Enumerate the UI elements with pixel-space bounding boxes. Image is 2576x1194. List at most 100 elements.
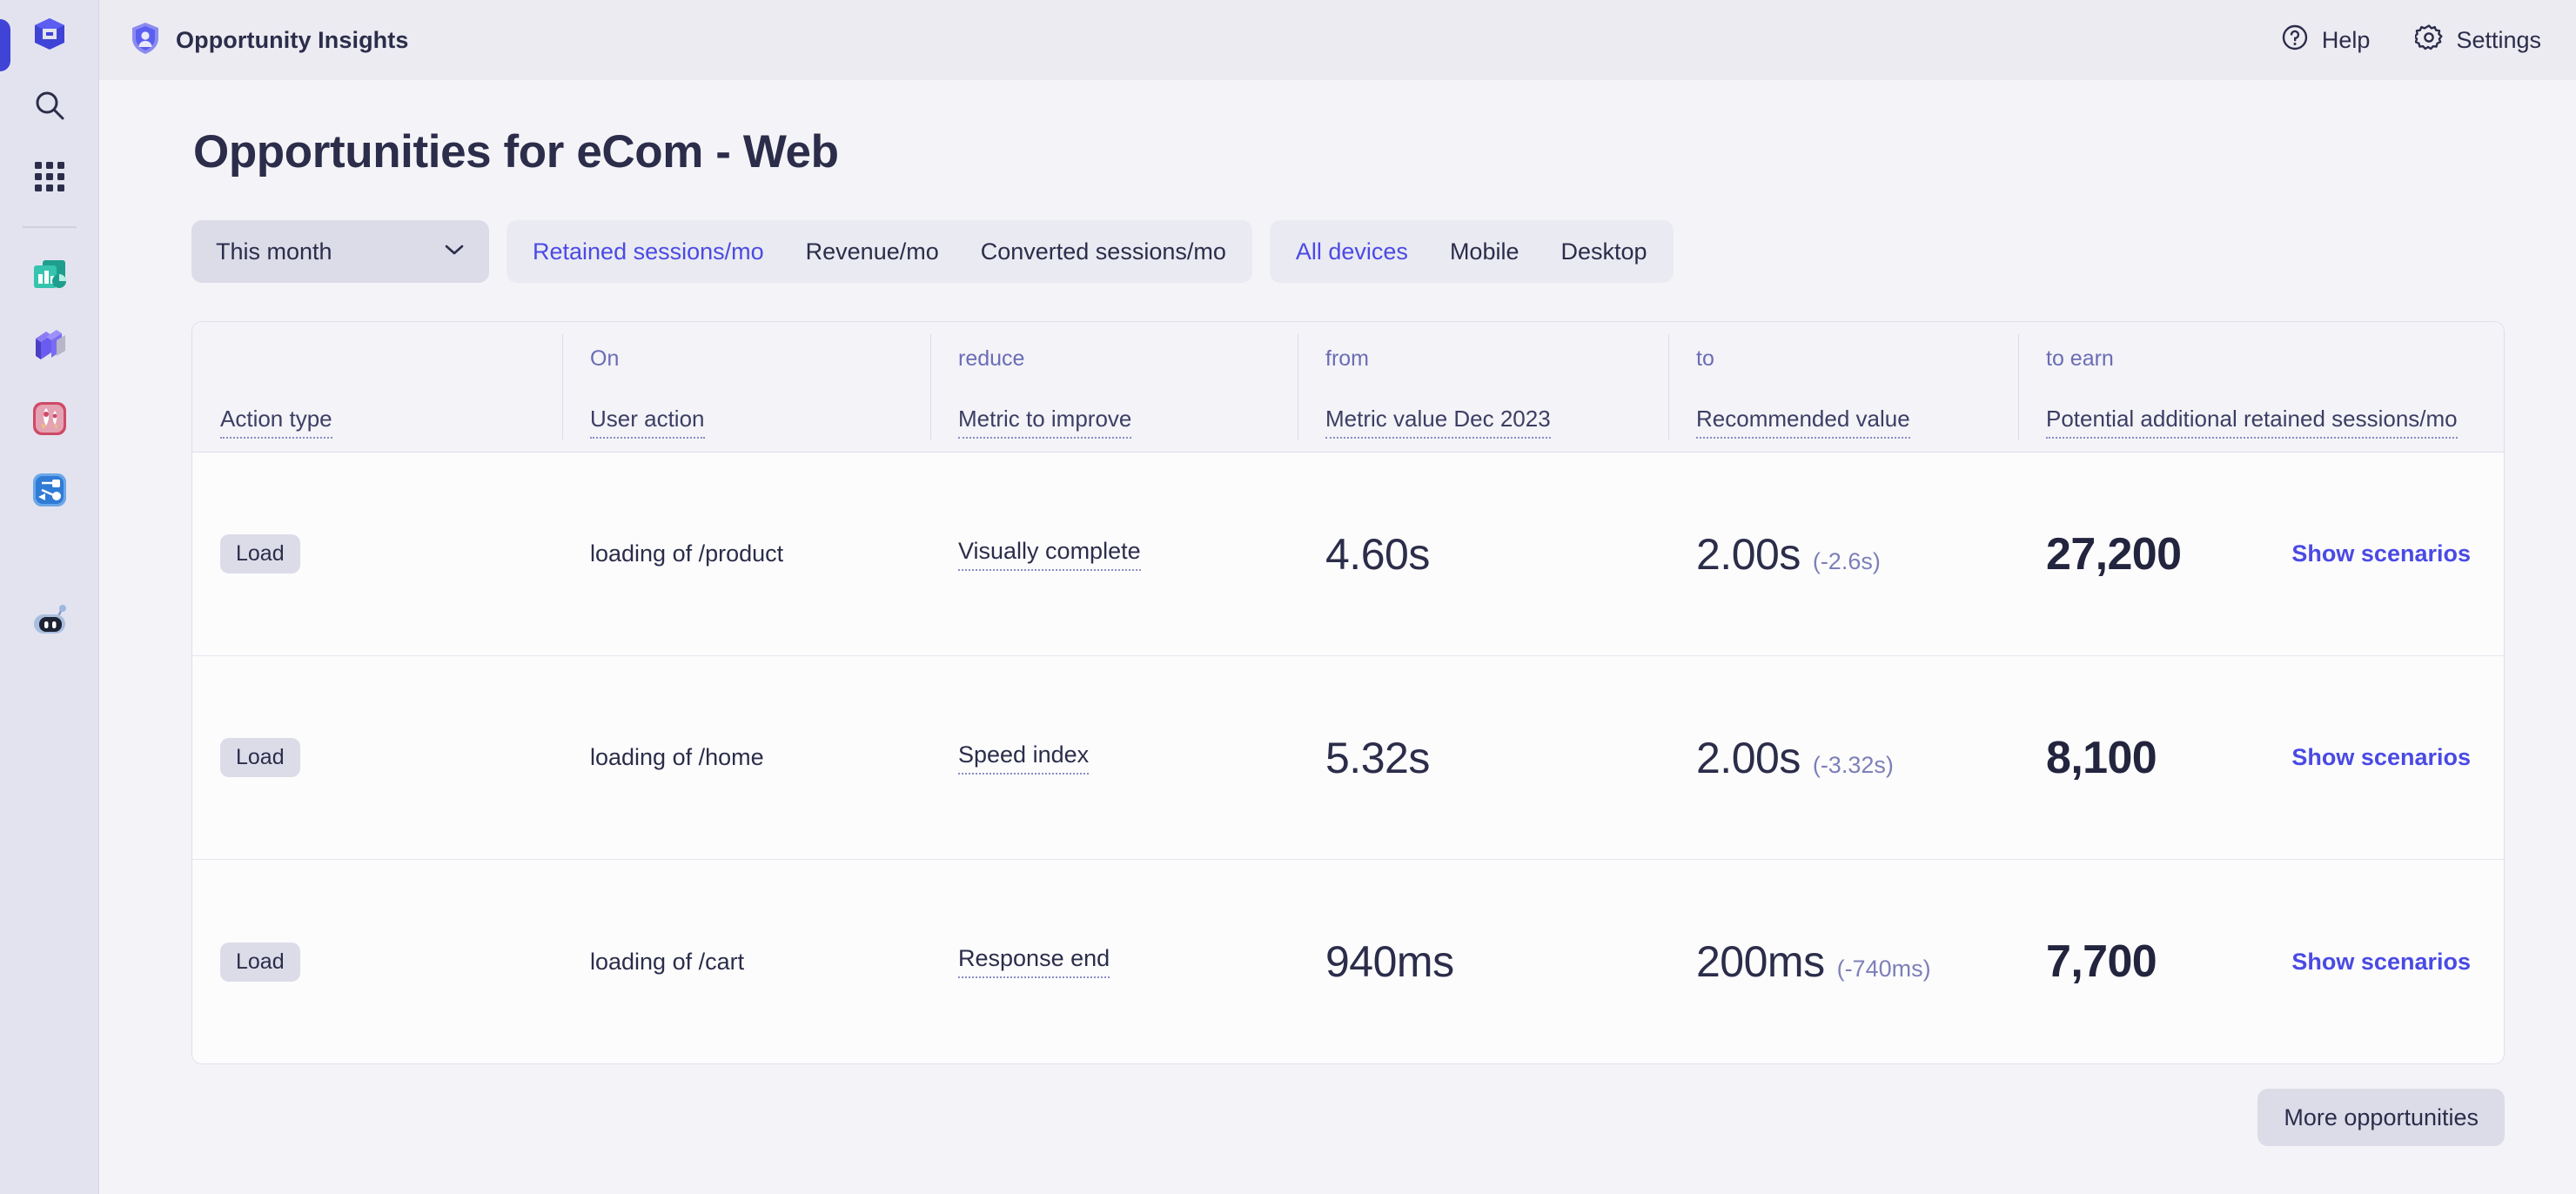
show-scenarios-link[interactable]: Show scenarios — [2291, 949, 2471, 976]
cell-metric: Response end — [930, 860, 1298, 1063]
column-prefix-label: to — [1696, 346, 1714, 371]
app-root: Opportunity Insights Help Settings Oppor… — [0, 0, 2576, 1194]
column-header-potential: to earn Potential additional retained se… — [2018, 322, 2504, 452]
product-title: Opportunity Insights — [176, 26, 409, 53]
cell-from-value: 4.60s — [1298, 453, 1668, 655]
cell-to-value: 200ms (-740ms) — [1668, 860, 2018, 1063]
analytics-chart-icon — [30, 257, 69, 299]
gear-icon — [2413, 23, 2443, 57]
show-scenarios-link[interactable]: Show scenarios — [2291, 540, 2471, 567]
cell-user-action: loading of /product — [562, 453, 930, 655]
question-circle-icon — [2281, 23, 2309, 57]
flow-diagram-icon — [30, 471, 69, 513]
cell-potential: 8,100 Show scenarios — [2018, 656, 2504, 859]
column-header-label[interactable]: Recommended value — [1696, 406, 1910, 439]
cell-action-type: Load — [192, 453, 562, 655]
sidebar-item-home[interactable] — [0, 0, 99, 71]
table-header-row: Action type On User action reduce Metric… — [192, 322, 2504, 453]
cell-metric: Speed index — [930, 656, 1298, 859]
tab-revenue[interactable]: Revenue/mo — [785, 225, 960, 278]
tab-retained-sessions[interactable]: Retained sessions/mo — [512, 225, 785, 278]
action-type-badge[interactable]: Load — [220, 738, 300, 777]
to-value: 2.00s — [1696, 529, 1801, 579]
settings-label: Settings — [2456, 26, 2541, 53]
user-action-text: loading of /cart — [590, 948, 745, 975]
table-footer: More opportunities — [132, 1089, 2505, 1146]
help-button[interactable]: Help — [2281, 23, 2371, 57]
help-label: Help — [2321, 26, 2371, 53]
table-row: Load loading of /home Speed index 5.32s … — [192, 656, 2504, 860]
cell-potential: 7,700 Show scenarios — [2018, 860, 2504, 1063]
column-prefix-label: to earn — [2046, 346, 2114, 371]
sidebar-item-analytics[interactable] — [0, 242, 99, 313]
potential-value: 7,700 — [2046, 936, 2157, 987]
left-sidebar — [0, 0, 99, 1194]
settings-button[interactable]: Settings — [2413, 23, 2541, 57]
page-title: Opportunities for eCom - Web — [193, 126, 839, 178]
tab-converted-sessions[interactable]: Converted sessions/mo — [960, 225, 1247, 278]
metric-tab-group: Retained sessions/mo Revenue/mo Converte… — [506, 220, 1252, 283]
show-scenarios-link[interactable]: Show scenarios — [2291, 744, 2471, 771]
cell-user-action: loading of /home — [562, 656, 930, 859]
sidebar-divider — [22, 226, 77, 228]
delta-value: (-2.6s) — [1812, 547, 1881, 574]
column-header-label[interactable]: Metric value Dec 2023 — [1325, 406, 1551, 439]
cell-from-value: 5.32s — [1298, 656, 1668, 859]
to-value: 200ms — [1696, 937, 1825, 986]
action-type-badge[interactable]: Load — [220, 534, 300, 574]
column-prefix-label: from — [1325, 346, 1369, 371]
cube-logo-icon — [31, 16, 68, 57]
tab-mobile[interactable]: Mobile — [1429, 225, 1540, 278]
main-area: Opportunity Insights Help Settings Oppor… — [99, 0, 2576, 1194]
apps-grid-icon — [33, 160, 66, 198]
sidebar-item-apps[interactable] — [0, 143, 99, 214]
opportunities-table: Action type On User action reduce Metric… — [191, 321, 2505, 1064]
action-type-badge[interactable]: Load — [220, 942, 300, 982]
table-row: Load loading of /cart Response end 940ms… — [192, 860, 2504, 1063]
sidebar-item-launch[interactable] — [0, 385, 99, 456]
column-header-label[interactable]: Potential additional retained sessions/m… — [2046, 406, 2458, 439]
metric-link[interactable]: Response end — [958, 945, 1110, 978]
sidebar-item-search[interactable] — [0, 71, 99, 143]
sidebar-active-indicator — [0, 19, 10, 71]
cell-action-type: Load — [192, 656, 562, 859]
layers-books-icon — [30, 328, 69, 371]
column-prefix-label: reduce — [958, 346, 1025, 371]
user-action-text: loading of /product — [590, 540, 784, 567]
top-bar-actions: Help Settings — [2281, 23, 2541, 57]
sidebar-item-assistant[interactable] — [0, 588, 99, 660]
rocket-icon — [30, 399, 69, 442]
more-opportunities-button[interactable]: More opportunities — [2257, 1089, 2505, 1146]
top-bar: Opportunity Insights Help Settings — [99, 0, 2576, 80]
metric-link[interactable]: Visually complete — [958, 538, 1141, 571]
from-value: 940ms — [1325, 937, 1454, 986]
cell-metric: Visually complete — [930, 453, 1298, 655]
period-select-value: This month — [216, 238, 332, 265]
product-brand: Opportunity Insights — [131, 22, 408, 59]
column-header-label[interactable]: Metric to improve — [958, 406, 1132, 439]
metric-link[interactable]: Speed index — [958, 741, 1090, 775]
column-header-label[interactable]: User action — [590, 406, 705, 439]
cell-from-value: 940ms — [1298, 860, 1668, 1063]
potential-value: 27,200 — [2046, 528, 2182, 580]
cell-to-value: 2.00s (-3.32s) — [1668, 656, 2018, 859]
sidebar-item-library[interactable] — [0, 313, 99, 385]
cell-user-action: loading of /cart — [562, 860, 930, 1063]
column-header-label[interactable]: Action type — [220, 406, 332, 439]
tab-all-devices[interactable]: All devices — [1275, 225, 1429, 278]
filter-bar: This month Retained sessions/mo Revenue/… — [191, 220, 2541, 283]
delta-value: (-3.32s) — [1812, 751, 1894, 778]
from-value: 5.32s — [1325, 733, 1430, 782]
page-content: Opportunities for eCom - Web This month … — [99, 80, 2576, 1194]
potential-value: 8,100 — [2046, 732, 2157, 783]
cell-action-type: Load — [192, 860, 562, 1063]
sidebar-item-flows[interactable] — [0, 456, 99, 527]
chevron-down-icon — [444, 243, 465, 261]
column-header-metric-value: from Metric value Dec 2023 — [1298, 322, 1668, 452]
period-select[interactable]: This month — [191, 220, 489, 283]
tab-desktop[interactable]: Desktop — [1540, 225, 1667, 278]
column-header-recommended-value: to Recommended value — [1668, 322, 2018, 452]
user-action-text: loading of /home — [590, 744, 764, 770]
column-header-action-type: Action type — [192, 322, 562, 452]
